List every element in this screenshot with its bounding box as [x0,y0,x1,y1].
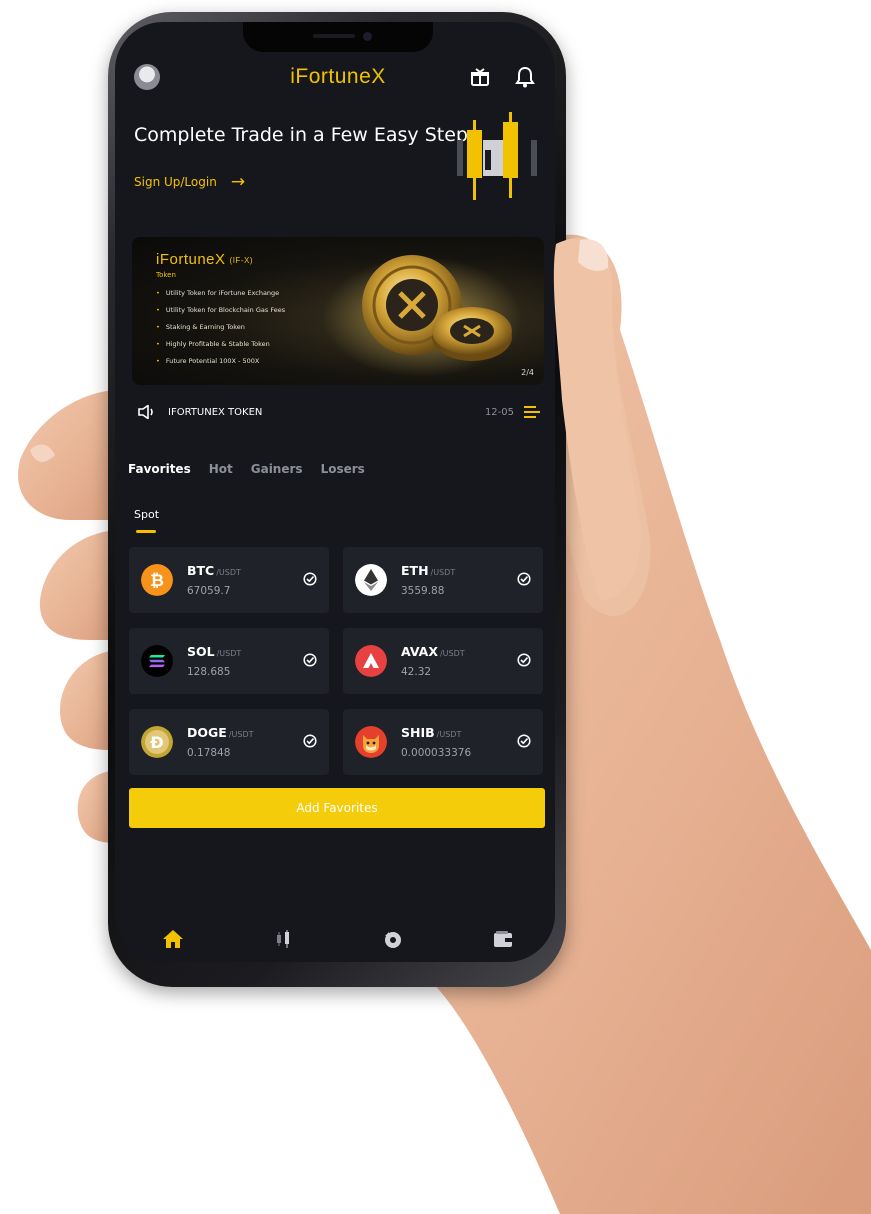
bell-icon[interactable] [515,66,535,88]
solana-icon [141,645,173,677]
check-circle-icon[interactable] [303,734,317,748]
promo-banner[interactable]: iFortuneX(IF-X) Token Utility Token for … [132,237,544,385]
coin-price: 0.17848 [187,747,231,759]
coin-price: 128.685 [187,666,231,678]
banner-bullet: Utility Token for Blockchain Gas Fees [156,302,285,319]
front-camera [363,32,372,41]
tab-favorites[interactable]: Favorites [128,462,191,476]
coin-symbol: ETH/USDT [401,563,455,578]
coin-price: 42.32 [401,666,432,678]
markets-icon[interactable] [271,927,295,951]
coin-symbol-text: SHIB [401,725,435,740]
candlestick-icon [457,112,537,200]
coin-price: 3559.88 [401,585,445,597]
check-circle-icon[interactable] [517,572,531,586]
coin-symbol-text: BTC [187,563,215,578]
avatar[interactable] [134,64,160,90]
banner-bullet: Utility Token for iFortune Exchange [156,285,285,302]
coin-card-avax[interactable]: AVAX/USDT 42.32 [343,628,543,694]
subtab-underline [136,530,156,533]
coin-price: 0.000033376 [401,747,472,759]
add-favorites-button[interactable]: Add Favorites [129,788,545,828]
check-circle-icon[interactable] [303,653,317,667]
coin-symbol-text: DOGE [187,725,227,740]
banner-title-text: iFortuneX [156,251,226,268]
coin-price: 67059.7 [187,585,231,597]
coin-symbol: AVAX/USDT [401,644,465,659]
ethereum-icon [355,564,387,596]
banner-title-sub: (IF-X) [229,255,253,265]
tab-gainers[interactable]: Gainers [251,462,303,476]
coin-symbol-text: SOL [187,644,215,659]
bitcoin-icon: ₿ [141,564,173,596]
trade-icon[interactable] [381,927,405,951]
list-icon[interactable] [524,405,540,419]
coin-symbol: DOGE/USDT [187,725,254,740]
svg-text:₿: ₿ [150,571,164,591]
coin-card-btc[interactable]: ₿ BTC/USDT 67059.7 [129,547,329,613]
coin-card-eth[interactable]: ETH/USDT 3559.88 [343,547,543,613]
announcement-date: 12-05 [484,406,514,418]
hero-title: Complete Trade in a Few Easy Steps [134,124,478,146]
home-icon[interactable] [161,927,185,951]
coin-card-shib[interactable]: SHIB/USDT 0.000033376 [343,709,543,775]
coin-pair: /USDT [430,568,456,577]
coin-pair: /USDT [439,649,465,658]
banner-page-indicator: 2/4 [521,368,534,377]
check-circle-icon[interactable] [517,653,531,667]
banner-bullet: Highly Profitable & Stable Token [156,336,285,353]
wallet-icon[interactable] [491,927,515,951]
banner-bullet: Staking & Earning Token [156,319,285,336]
coin-pair: /USDT [216,568,241,577]
coin-card-sol[interactable]: SOL/USDT 128.685 [129,628,329,694]
coin-symbol: SOL/USDT [187,644,241,659]
speaker-icon [138,405,153,419]
coin-pair: /USDT [216,649,242,658]
subtab-spot[interactable]: Spot [134,508,159,521]
coin-card-doge[interactable]: Ð DOGE/USDT 0.17848 [129,709,329,775]
announcement-bar[interactable]: IFORTUNEX TOKEN 12-05 [132,394,544,430]
gold-coin-image [322,255,522,377]
bottom-nav [115,927,555,957]
speaker-grille [313,34,355,38]
signup-login-link[interactable]: Sign Up/Login → [134,172,245,192]
coin-symbol-text: ETH [401,563,429,578]
app-logo: iFortuneX [290,65,386,88]
check-circle-icon[interactable] [517,734,531,748]
arrow-right-icon: → [230,172,246,192]
svg-text:Ð: Ð [150,733,163,752]
gift-icon[interactable] [470,67,490,87]
check-circle-icon[interactable] [303,572,317,586]
banner-bullets: Utility Token for iFortune Exchange Util… [156,285,285,370]
banner-title: iFortuneX (IF-X) [156,251,253,268]
signup-login-label: Sign Up/Login [134,175,217,189]
announcement-text: IFORTUNEX TOKEN [168,406,263,418]
market-tabs: Favorites Hot Gainers Losers [128,462,365,476]
banner-token-label: Token [156,271,176,279]
avalanche-icon [355,645,387,677]
dogecoin-icon: Ð [141,726,173,758]
coin-pair: /USDT [436,730,462,739]
notch [243,22,433,52]
shiba-icon [355,726,387,758]
coin-symbol-text: AVAX [401,644,438,659]
banner-bullet: Future Potential 100X - 500X [156,353,285,370]
phone-screen: iFortuneX Complete Trade in a Few Easy S… [115,22,555,962]
tab-hot[interactable]: Hot [209,462,233,476]
coin-symbol: SHIB/USDT [401,725,461,740]
tab-losers[interactable]: Losers [321,462,365,476]
coin-symbol: BTC/USDT [187,563,241,578]
coin-pair: /USDT [228,730,254,739]
